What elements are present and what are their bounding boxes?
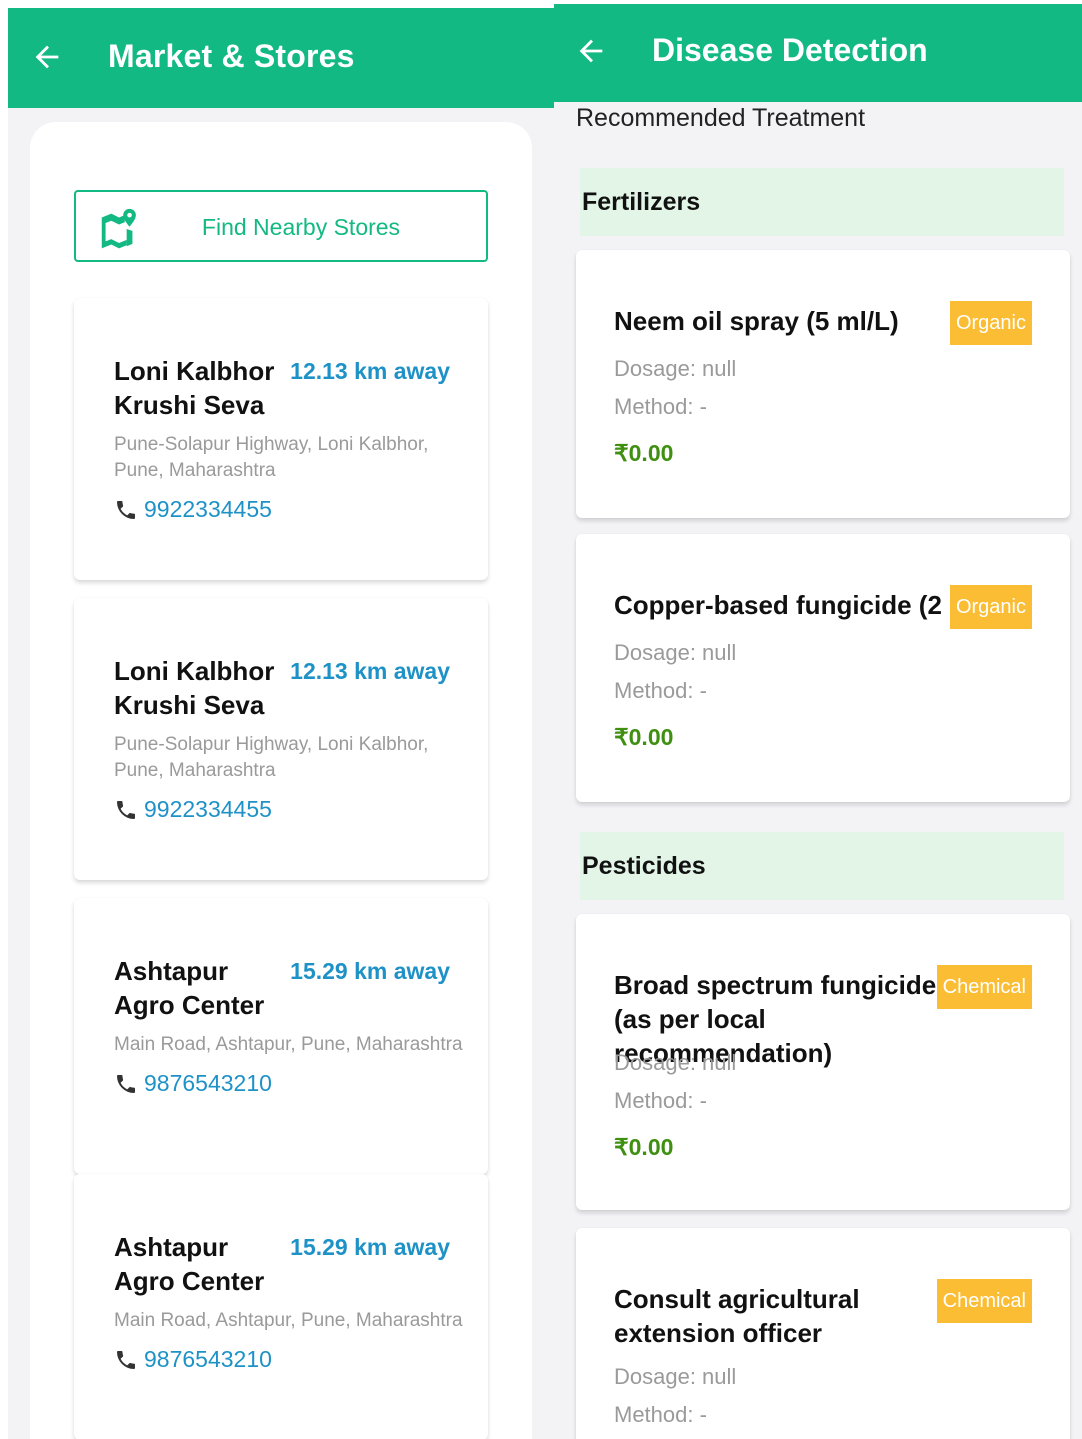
phone-icon bbox=[117, 1074, 135, 1093]
store-address: Pune-Solapur Highway, Loni Kalbhor, Pune… bbox=[114, 734, 429, 781]
page-title: Market & Stores bbox=[108, 38, 355, 74]
store-card[interactable]: Loni Kalbhor Krushi Seva 12.13 km away P… bbox=[74, 298, 488, 580]
treatment-dosage: Dosage: null bbox=[614, 640, 737, 665]
store-distance: 12.13 km away bbox=[290, 658, 450, 684]
store-distance: 12.13 km away bbox=[290, 358, 450, 384]
store-distance: 15.29 km away bbox=[290, 958, 450, 984]
treatment-card[interactable]: Consult agricultural extension officer C… bbox=[576, 1228, 1070, 1439]
treatment-method: Method: - bbox=[614, 678, 707, 703]
recommended-treatment-heading: Recommended Treatment bbox=[576, 104, 866, 132]
page-title: Disease Detection bbox=[652, 32, 928, 68]
store-phone[interactable]: 9922334455 bbox=[114, 796, 272, 823]
treatment-method: Method: - bbox=[614, 1088, 707, 1113]
treatment-name: Neem oil spray (5 ml/L) bbox=[614, 306, 899, 336]
disease-detection-screen: Disease Detection Recommended Treatment … bbox=[554, 4, 1082, 1439]
treatment-dosage: Dosage: null bbox=[614, 356, 737, 381]
store-name: Ashtapur Agro Center bbox=[114, 1232, 265, 1296]
pesticides-section-header: Pesticides bbox=[580, 832, 1064, 900]
store-card[interactable]: Ashtapur Agro Center 15.29 km away Main … bbox=[74, 898, 488, 1174]
treatment-type-badge: Chemical bbox=[936, 1279, 1032, 1323]
app-bar: Disease Detection bbox=[554, 4, 1082, 102]
phone-number: 9876543210 bbox=[144, 1346, 272, 1372]
treatment-method: Method: - bbox=[614, 394, 707, 419]
phone-icon bbox=[117, 500, 135, 519]
store-name: Ashtapur Agro Center bbox=[114, 956, 265, 1020]
stores-container: Find Nearby Stores Loni Kalbhor Krushi S… bbox=[30, 122, 532, 1439]
treatment-method: Method: - bbox=[614, 1402, 707, 1427]
store-address: Pune-Solapur Highway, Loni Kalbhor, Pune… bbox=[114, 434, 429, 481]
phone-icon bbox=[117, 800, 135, 819]
store-address: Main Road, Ashtapur, Pune, Maharashtra bbox=[114, 1310, 463, 1331]
phone-number: 9876543210 bbox=[144, 1070, 272, 1096]
treatment-card[interactable]: Copper-based fungicide (2 g/L) Organic D… bbox=[576, 534, 1070, 802]
treatment-card[interactable]: Neem oil spray (5 ml/L) Organic Dosage: … bbox=[576, 250, 1070, 518]
store-address: Main Road, Ashtapur, Pune, Maharashtra bbox=[114, 1034, 463, 1055]
treatment-name: Consult agricultural extension officer bbox=[614, 1284, 860, 1348]
store-distance: 15.29 km away bbox=[290, 1234, 450, 1260]
back-arrow-icon[interactable] bbox=[30, 40, 64, 74]
treatment-type-badge: Chemical bbox=[936, 965, 1032, 1009]
treatment-price: ₹0.00 bbox=[614, 724, 674, 750]
store-name: Loni Kalbhor Krushi Seva bbox=[114, 356, 275, 420]
store-phone[interactable]: 9876543210 bbox=[114, 1070, 272, 1097]
treatment-type-badge: Organic bbox=[949, 585, 1032, 629]
treatment-card[interactable]: Broad spectrum fungicide (as per local r… bbox=[576, 914, 1070, 1210]
store-phone[interactable]: 9922334455 bbox=[114, 496, 272, 523]
store-phone[interactable]: 9876543210 bbox=[114, 1346, 272, 1373]
app-bar: Market & Stores bbox=[8, 8, 554, 108]
treatment-price: ₹0.00 bbox=[614, 440, 674, 466]
treatment-dosage: Dosage: null bbox=[614, 1364, 737, 1389]
phone-icon bbox=[117, 1350, 135, 1369]
phone-number: 9922334455 bbox=[144, 496, 272, 522]
phone-number: 9922334455 bbox=[144, 796, 272, 822]
fertilizers-section-header: Fertilizers bbox=[580, 168, 1064, 236]
section-title: Pesticides bbox=[582, 852, 706, 880]
find-nearby-stores-label: Find Nearby Stores bbox=[201, 214, 401, 240]
treatment-name: Copper-based fungicide (2 g/L) bbox=[614, 590, 997, 620]
store-name: Loni Kalbhor Krushi Seva bbox=[114, 656, 275, 720]
treatment-dosage: Dosage: null bbox=[614, 1050, 737, 1075]
treatment-type-badge: Organic bbox=[949, 301, 1032, 345]
treatment-price: ₹0.00 bbox=[614, 1134, 674, 1160]
store-card[interactable]: Loni Kalbhor Krushi Seva 12.13 km away P… bbox=[74, 598, 488, 880]
back-arrow-icon[interactable] bbox=[574, 34, 608, 68]
find-nearby-stores-button[interactable]: Find Nearby Stores bbox=[74, 190, 488, 262]
market-stores-screen: Market & Stores Find Nearby Stores Loni … bbox=[8, 8, 554, 1439]
store-card[interactable]: Ashtapur Agro Center 15.29 km away Main … bbox=[74, 1174, 488, 1439]
section-title: Fertilizers bbox=[582, 188, 701, 216]
